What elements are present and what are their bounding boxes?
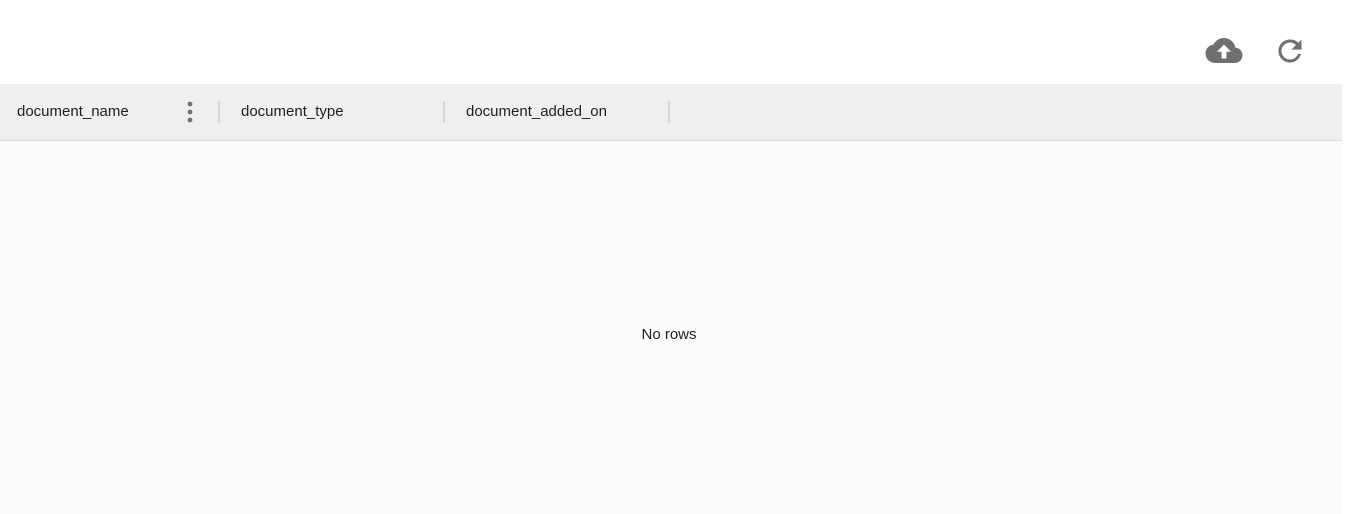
column-header-document-type[interactable]: document_type [225,84,450,140]
column-resize-handle[interactable] [218,101,220,123]
column-title: document_added_on [466,103,607,120]
column-header-document-name[interactable]: document_name [0,84,225,140]
toolbar [0,0,1352,84]
column-header-document-added-on[interactable]: document_added_on [450,84,675,140]
vertical-dots-icon [187,101,193,123]
grid-body: No rows [0,141,1342,514]
refresh-button[interactable] [1270,31,1310,71]
column-resize-handle[interactable] [443,101,445,123]
column-title: document_name [17,103,129,120]
cloud-upload-icon [1205,37,1243,65]
column-title: document_type [241,103,344,120]
column-resize-handle[interactable] [668,101,670,123]
grid-header: document_name document_type document_add… [0,84,1342,141]
document-grid-page: document_name document_type document_add… [0,0,1352,514]
column-menu-button[interactable] [181,99,199,125]
no-rows-message: No rows [641,326,697,343]
refresh-icon [1276,37,1304,65]
upload-button[interactable] [1204,31,1244,71]
documents-grid: document_name document_type document_add… [0,84,1342,514]
